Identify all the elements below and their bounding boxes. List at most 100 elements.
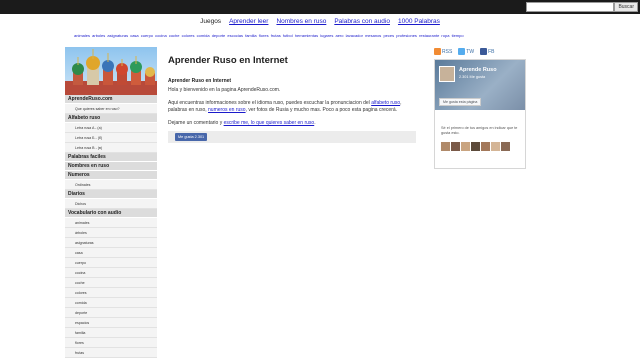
sidebar-item[interactable]: cuerpo xyxy=(65,258,157,268)
main-content: Aprender Ruso en Internet Aprender Ruso … xyxy=(168,55,418,143)
sidebar-item[interactable]: árboles xyxy=(65,228,157,238)
category-link[interactable]: lugares xyxy=(320,33,333,38)
category-link[interactable]: asignaturas xyxy=(107,33,128,38)
facebook-like-count: 2.301 Me gusta xyxy=(459,75,486,79)
sidebar-item[interactable]: cocina xyxy=(65,268,157,278)
sidebar-item[interactable]: Letra rusa В - (в) xyxy=(65,143,157,153)
page-title: Aprender Ruso en Internet xyxy=(168,55,288,66)
category-link[interactable]: animales xyxy=(74,33,90,38)
sidebar-section[interactable]: Nombres en ruso xyxy=(65,162,157,171)
friend-avatar[interactable] xyxy=(491,142,500,151)
comment-end: . xyxy=(314,120,316,126)
sidebar-section[interactable]: Diarios xyxy=(65,190,157,199)
search-input[interactable] xyxy=(526,2,615,12)
intro-paragraph: Aqui encuentras informaciones sobre el i… xyxy=(168,100,418,114)
category-link[interactable]: herramientas xyxy=(295,33,318,38)
category-link[interactable]: comida xyxy=(197,33,210,38)
top-bar: Buscar xyxy=(0,0,640,14)
right-column: RSS TW FB Aprende Ruso 2.301 Me gusta Me g… xyxy=(434,48,534,169)
fb-icon xyxy=(480,48,488,55)
sidebar-item[interactable]: Ordinales xyxy=(65,180,157,190)
facebook-page-avatar[interactable] xyxy=(439,66,455,82)
category-link[interactable]: mesanos xyxy=(365,33,381,38)
friend-avatar[interactable] xyxy=(501,142,510,151)
category-link[interactable]: cocina xyxy=(155,33,167,38)
friend-avatar[interactable] xyxy=(481,142,490,151)
social-label: FB xyxy=(488,48,495,55)
sidebar-item[interactable]: coche xyxy=(65,278,157,288)
sidebar-section[interactable]: Alfabeto ruso xyxy=(65,114,157,123)
main-nav: Juegos Aprender leer Nombres en ruso Palabr… xyxy=(0,18,640,25)
kremlin-banner-image xyxy=(65,47,157,95)
sidebar-item[interactable]: Letra rusa A - (a) xyxy=(65,123,157,133)
friend-avatar[interactable] xyxy=(441,142,450,151)
sidebar-section[interactable]: Palabras faciles xyxy=(65,153,157,162)
category-link[interactable]: arboles xyxy=(92,33,105,38)
category-link[interactable]: tiempo xyxy=(452,33,464,38)
sidebar-item[interactable]: animales xyxy=(65,218,157,228)
sidebar-item[interactable]: comida xyxy=(65,298,157,308)
numeros-link[interactable]: numeros en ruso xyxy=(208,107,246,113)
category-link[interactable]: coche xyxy=(169,33,180,38)
alfabeto-link[interactable]: alfabeto ruso xyxy=(371,100,400,106)
facebook-faces xyxy=(441,142,510,151)
social-label: TW xyxy=(466,48,475,55)
social-links: RSS TW FB xyxy=(434,48,534,55)
nav-item-juegos[interactable]: Juegos xyxy=(200,18,221,25)
social-fb-link[interactable]: FB xyxy=(480,48,494,55)
category-link[interactable]: futbol xyxy=(283,33,293,38)
nav-item-nombres-en-ruso[interactable]: Nombres en ruso xyxy=(276,18,326,25)
category-link[interactable]: aero xyxy=(335,33,343,38)
friend-avatar[interactable] xyxy=(461,142,470,151)
nav-item-palabras-con-audio[interactable]: Palabras con audio xyxy=(334,18,390,25)
sidebar-section[interactable]: Numeros xyxy=(65,171,157,180)
facebook-friends-text: Sé el primero de tus amigos en indicar q… xyxy=(441,126,518,135)
like-button[interactable]: Me gusta 2.301 xyxy=(175,133,208,141)
search-button[interactable]: Buscar xyxy=(614,2,638,12)
friend-avatar[interactable] xyxy=(451,142,460,151)
write-me-link[interactable]: escribe me, lo que quieres saber en ruso xyxy=(224,120,315,126)
category-link[interactable]: peces xyxy=(383,33,394,38)
category-link[interactable]: flores xyxy=(259,33,269,38)
category-link[interactable]: familia xyxy=(245,33,257,38)
social-label: RSS xyxy=(442,48,453,55)
sidebar-item[interactable]: familia xyxy=(65,328,157,338)
sidebar-item[interactable]: flores xyxy=(65,338,157,348)
sidebar: AprendeRuso.com Que quieres saber en ruso… xyxy=(65,47,157,360)
social-tw-link[interactable]: TW xyxy=(458,48,474,55)
category-link[interactable]: cuerpo xyxy=(141,33,153,38)
category-link[interactable]: lavacador xyxy=(346,33,363,38)
nav-item-aprender-leer[interactable]: Aprender leer xyxy=(229,18,268,25)
sidebar-item[interactable]: casa xyxy=(65,248,157,258)
rss-icon xyxy=(434,48,441,55)
category-link[interactable]: escocias xyxy=(227,33,243,38)
sidebar-item[interactable]: frutas xyxy=(65,348,157,358)
category-link[interactable]: frutas xyxy=(271,33,281,38)
category-link[interactable]: casa xyxy=(130,33,138,38)
sidebar-item[interactable]: deporte xyxy=(65,308,157,318)
section-title: Aprender Ruso en Internet xyxy=(168,78,232,84)
social-rss-link[interactable]: RSS xyxy=(434,48,452,55)
category-link[interactable]: colores xyxy=(182,33,195,38)
sidebar-item[interactable]: espacios xyxy=(65,318,157,328)
sidebar-item[interactable]: colores xyxy=(65,288,157,298)
facebook-like-button[interactable]: Me gusta esta página xyxy=(439,98,482,106)
facebook-page-name[interactable]: Aprende Ruso xyxy=(459,67,497,73)
category-link[interactable]: profesiones xyxy=(396,33,417,38)
facebook-widget: Aprende Ruso 2.301 Me gusta Me gusta est… xyxy=(434,59,526,169)
nav-item-1000-palabras[interactable]: 1000 Palabras xyxy=(398,18,440,25)
sidebar-section[interactable]: AprendeRuso.com xyxy=(65,95,157,104)
intro-text-3: , ver fotos de Rusia y mucho mas. Poco a… xyxy=(245,107,398,113)
tw-icon xyxy=(458,48,466,55)
sidebar-item[interactable]: Dichos xyxy=(65,199,157,209)
category-link[interactable]: ropa xyxy=(441,33,449,38)
intro-text-1: Aqui encuentras informaciones sobre el i… xyxy=(168,100,372,106)
sidebar-item[interactable]: Que quieres saber en ruso? xyxy=(65,104,157,114)
sidebar-item[interactable]: asignaturas xyxy=(65,238,157,248)
category-links: animales arboles asignaturas casa cuerpo… xyxy=(74,33,524,38)
category-link[interactable]: deporte xyxy=(212,33,226,38)
sidebar-section[interactable]: Vocabulario con audio xyxy=(65,209,157,218)
friend-avatar[interactable] xyxy=(471,142,480,151)
category-link[interactable]: restaurante xyxy=(419,33,439,38)
sidebar-item[interactable]: Letra rusa Б - (б) xyxy=(65,133,157,143)
